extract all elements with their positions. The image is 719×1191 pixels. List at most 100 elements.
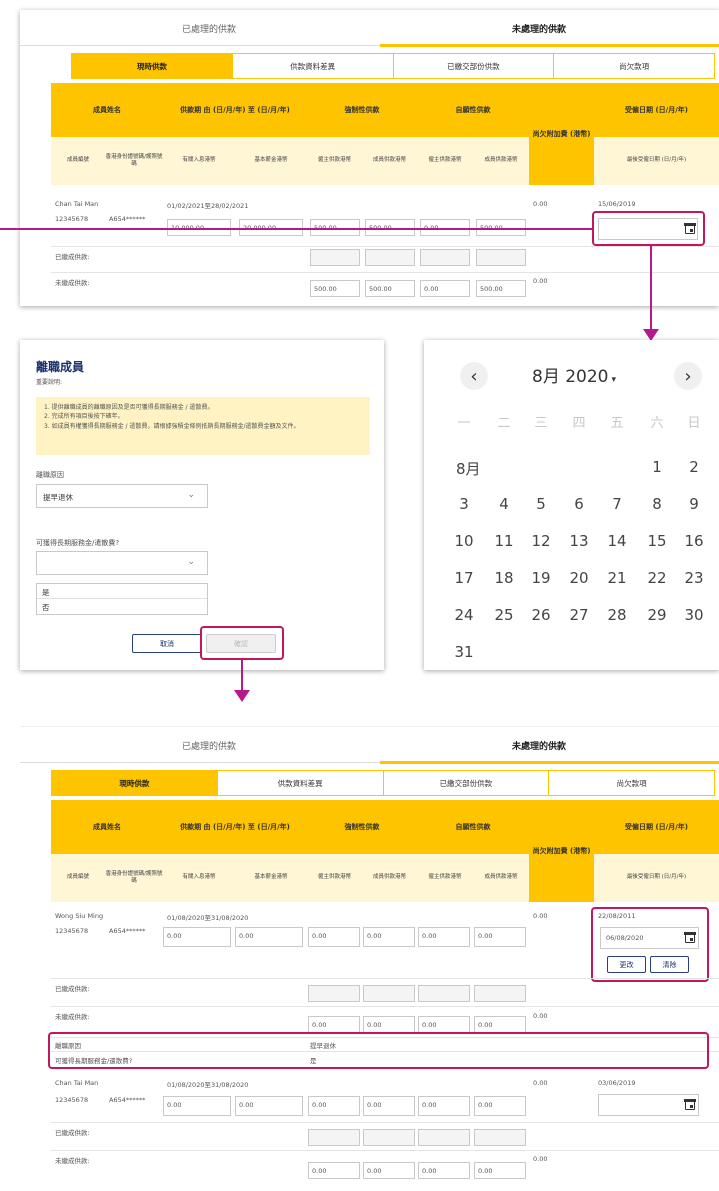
- member-hkid: A654******: [109, 1096, 146, 1104]
- header-voluntary: 自願性供款: [417, 800, 529, 854]
- member-number: 12345678: [55, 927, 89, 935]
- calendar-day[interactable]: 1: [642, 458, 672, 476]
- cancel-button[interactable]: 取消: [132, 634, 202, 653]
- tab-unprocessed[interactable]: 未處理的供款: [512, 22, 566, 35]
- unpaid-ee: 0.00: [363, 1162, 415, 1179]
- header-period: 供款期 由 (日/月/年) 至 (日/月/年): [163, 83, 307, 137]
- calendar-day[interactable]: 28: [602, 606, 632, 624]
- header-income: 有關入息港幣: [163, 137, 235, 185]
- next-month-button[interactable]: ›: [674, 362, 702, 390]
- option-yes[interactable]: 是: [37, 584, 207, 599]
- ee-vol-input[interactable]: 0.00: [474, 1096, 526, 1116]
- calendar-day[interactable]: 16: [679, 532, 709, 550]
- calendar-day[interactable]: 10: [449, 532, 479, 550]
- sub-tab-partial[interactable]: 已繳交部份供款: [394, 54, 555, 78]
- header-member-name: 成員姓名: [51, 800, 163, 854]
- header-er-vol: 僱主供款港幣: [417, 137, 473, 185]
- header-member-no: 成員編號: [51, 137, 105, 185]
- header-termination: 受僱日期 (日/月/年): [594, 83, 719, 137]
- calendar-day[interactable]: 26: [526, 606, 556, 624]
- calendar-day[interactable]: 22: [642, 569, 672, 587]
- calendar-day[interactable]: 23: [679, 569, 709, 587]
- calendar-day[interactable]: 8: [642, 495, 672, 513]
- income-input[interactable]: 0.00: [163, 927, 231, 947]
- prev-month-button[interactable]: ‹: [460, 362, 488, 390]
- ee-input[interactable]: 0.00: [363, 1096, 415, 1116]
- calendar-day[interactable]: 2: [679, 458, 709, 476]
- er-vol-input[interactable]: 0.00: [418, 1096, 470, 1116]
- calendar-day[interactable]: 14: [602, 532, 632, 550]
- tab-processed[interactable]: 已處理的供款: [182, 22, 236, 35]
- calendar-day[interactable]: 24: [449, 606, 479, 624]
- calendar-day[interactable]: 17: [449, 569, 479, 587]
- paid-label: 已繳成供款:: [55, 253, 90, 261]
- contribution-period: 01/08/2020至31/08/2020: [167, 914, 249, 922]
- chevron-down-icon: ⌄: [187, 557, 195, 567]
- paid-label: 已繳成供款:: [55, 1129, 90, 1137]
- ee-input[interactable]: 0.00: [363, 927, 415, 947]
- weekday-label: 四: [572, 416, 586, 431]
- header-er-vol: 僱主供款港幣: [417, 854, 473, 902]
- top-tabs: 已處理的供款 未處理的供款: [20, 10, 719, 47]
- tab-processed[interactable]: 已處理的供款: [182, 739, 236, 752]
- calendar-day[interactable]: 13: [564, 532, 594, 550]
- divider: [51, 1150, 719, 1151]
- calendar-icon[interactable]: [684, 1099, 696, 1110]
- calendar-day[interactable]: 21: [602, 569, 632, 587]
- last-date-input[interactable]: [598, 1094, 699, 1116]
- income-input[interactable]: 0.00: [163, 1096, 231, 1116]
- calendar-day[interactable]: 27: [564, 606, 594, 624]
- header-termination: 受僱日期 (日/月/年): [594, 800, 719, 854]
- calendar-day[interactable]: 25: [489, 606, 519, 624]
- unpaid-ee: 0.00: [363, 1016, 415, 1033]
- calendar-day[interactable]: 18: [489, 569, 519, 587]
- paid-ee: [363, 985, 415, 1002]
- ee-vol-input[interactable]: 0.00: [474, 927, 526, 947]
- calendar-day[interactable]: 15: [642, 532, 672, 550]
- surcharge-value: 0.00: [533, 912, 548, 920]
- calendar-day[interactable]: 12: [526, 532, 556, 550]
- month-title[interactable]: 8月 2020 ▾: [532, 362, 616, 387]
- dialog-subtitle: 重要說明:: [36, 379, 63, 386]
- arrow-line-confirm-h: [241, 660, 243, 662]
- tab-unprocessed[interactable]: 未處理的供款: [512, 739, 566, 752]
- header-member-no: 成員編號: [51, 854, 105, 902]
- salary-input[interactable]: 0.00: [235, 1096, 303, 1116]
- reason-select[interactable]: 提早退休 ⌄: [36, 484, 208, 508]
- calendar-day[interactable]: 3: [449, 495, 479, 513]
- sub-tab-discrepancy[interactable]: 供款資料差異: [233, 54, 394, 78]
- calendar-day[interactable]: 29: [642, 606, 672, 624]
- calendar-day[interactable]: 9: [679, 495, 709, 513]
- unpaid-ee-vol: 0.00: [474, 1016, 526, 1033]
- month-title-text: 8月 2020: [532, 367, 609, 387]
- sub-tab-discrepancy[interactable]: 供款資料差異: [218, 771, 384, 795]
- calendar-day[interactable]: 20: [564, 569, 594, 587]
- chevron-right-icon: ›: [684, 365, 692, 387]
- calendar-day[interactable]: 30: [679, 606, 709, 624]
- unpaid-ee: 500.00: [365, 280, 415, 297]
- sub-tab-outstanding[interactable]: 尚欠款項: [554, 54, 714, 78]
- header-salary: 基本薪金港幣: [235, 137, 307, 185]
- header-surcharge: 尚欠附加費 (港幣): [529, 83, 594, 185]
- sub-tab-current[interactable]: 現時供款: [72, 54, 233, 78]
- calendar-day[interactable]: 6: [564, 495, 594, 513]
- calendar-day[interactable]: 5: [526, 495, 556, 513]
- calendar-day[interactable]: 7: [602, 495, 632, 513]
- er-vol-input[interactable]: 0.00: [418, 927, 470, 947]
- unpaid-er: 500.00: [310, 280, 360, 297]
- calendar-day[interactable]: 19: [526, 569, 556, 587]
- option-no[interactable]: 否: [37, 599, 207, 614]
- sub-tab-partial[interactable]: 已繳交部份供款: [384, 771, 550, 795]
- sub-tab-outstanding[interactable]: 尚欠款項: [549, 771, 714, 795]
- calendar-day[interactable]: 31: [449, 643, 479, 661]
- er-input[interactable]: 0.00: [308, 1096, 360, 1116]
- er-input[interactable]: 0.00: [308, 927, 360, 947]
- weekday-label: 六: [650, 416, 664, 431]
- calendar-day[interactable]: 11: [489, 532, 519, 550]
- header-er: 僱主供款港幣: [307, 854, 362, 902]
- calendar-day[interactable]: 4: [489, 495, 519, 513]
- paid-er: [310, 249, 360, 266]
- sub-tab-current[interactable]: 現時供款: [52, 771, 218, 795]
- entitled-select[interactable]: ⌄: [36, 551, 208, 575]
- salary-input[interactable]: 0.00: [235, 927, 303, 947]
